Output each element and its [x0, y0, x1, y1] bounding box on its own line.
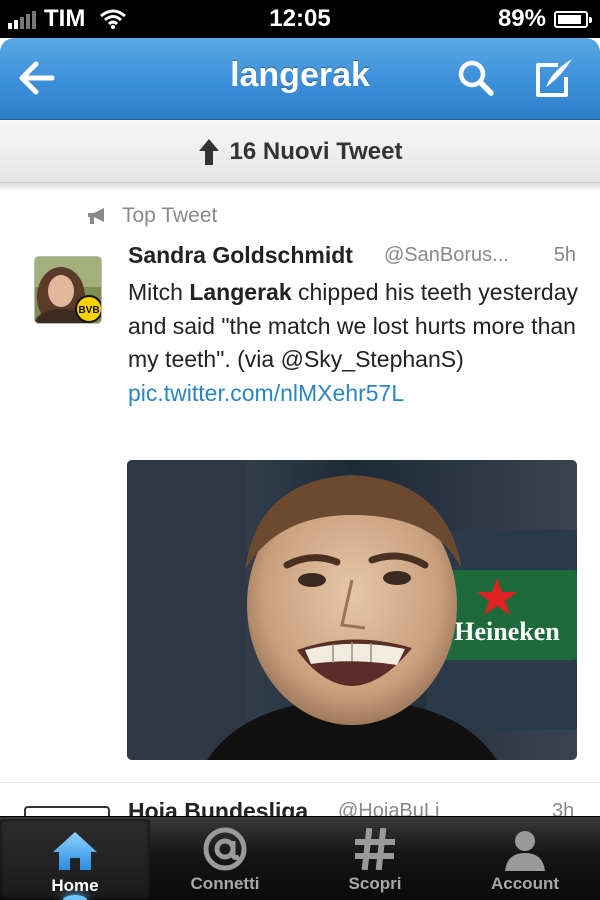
page-title: langerak — [230, 56, 370, 94]
search-icon — [458, 60, 494, 96]
home-icon — [51, 829, 99, 873]
avatar-image: BVB — [35, 257, 101, 323]
tab-discover[interactable]: Scopri — [300, 817, 450, 900]
photo-brand-text: Heineken — [454, 617, 560, 646]
tab-home-label: Home — [51, 876, 99, 895]
compose-icon — [536, 59, 572, 97]
tab-account-label: Account — [491, 874, 559, 893]
tweet-text-highlight: Langerak — [189, 279, 292, 305]
new-tweets-banner[interactable]: 16 Nuovi Tweet — [0, 121, 600, 183]
app-screen: TIM 12:05 89% langerak 16 Nuovi Tweet To… — [0, 0, 600, 900]
tab-connect[interactable]: Connetti — [150, 817, 300, 900]
status-bar: TIM 12:05 89% — [0, 0, 600, 38]
photo-image: Heineken — [127, 460, 577, 760]
tweet-divider — [0, 782, 600, 783]
tweet-time: 5h — [553, 244, 576, 266]
hashtag-icon — [351, 827, 399, 871]
banner-shadow — [0, 183, 600, 191]
tweet-photo-link[interactable]: pic.twitter.com/nlMXehr57L — [128, 380, 404, 406]
tweet-header: Sandra Goldschmidt @SanBorus... 5h — [128, 242, 580, 272]
tab-connect-label: Connetti — [190, 874, 260, 893]
top-tweet-text: Top Tweet — [122, 204, 218, 227]
new-tweets-label: 16 Nuovi Tweet — [229, 137, 403, 165]
top-tweet-label: Top Tweet — [86, 204, 217, 228]
tweet-text-start: Mitch — [128, 279, 190, 305]
battery-icon — [554, 10, 592, 28]
person-icon — [501, 827, 549, 871]
battery-percent: 89% — [497, 5, 546, 32]
tweet-handle[interactable]: @SanBorus... — [384, 244, 509, 267]
tweet-body: Mitch Langerak chipped his teeth yesterd… — [128, 276, 588, 410]
tweet-author[interactable]: Sandra Goldschmidt — [128, 242, 353, 269]
avatar[interactable]: BVB — [34, 256, 102, 324]
navigation-bar: langerak — [0, 38, 600, 120]
up-arrow-icon — [198, 138, 219, 165]
tab-home[interactable]: Home — [0, 819, 150, 900]
tab-bar: Home Connetti Scopri Account — [0, 816, 600, 900]
active-tab-indicator — [63, 895, 87, 900]
search-button[interactable] — [452, 54, 500, 102]
battery-group: 89% — [497, 5, 592, 33]
tab-account[interactable]: Account — [450, 817, 600, 900]
megaphone-icon — [88, 208, 104, 224]
compose-button[interactable] — [530, 54, 578, 102]
at-sign-icon — [201, 827, 249, 871]
tab-discover-label: Scopri — [348, 874, 402, 893]
avatar-badge: BVB — [78, 305, 99, 316]
tweet-photo[interactable]: Heineken — [127, 460, 577, 760]
